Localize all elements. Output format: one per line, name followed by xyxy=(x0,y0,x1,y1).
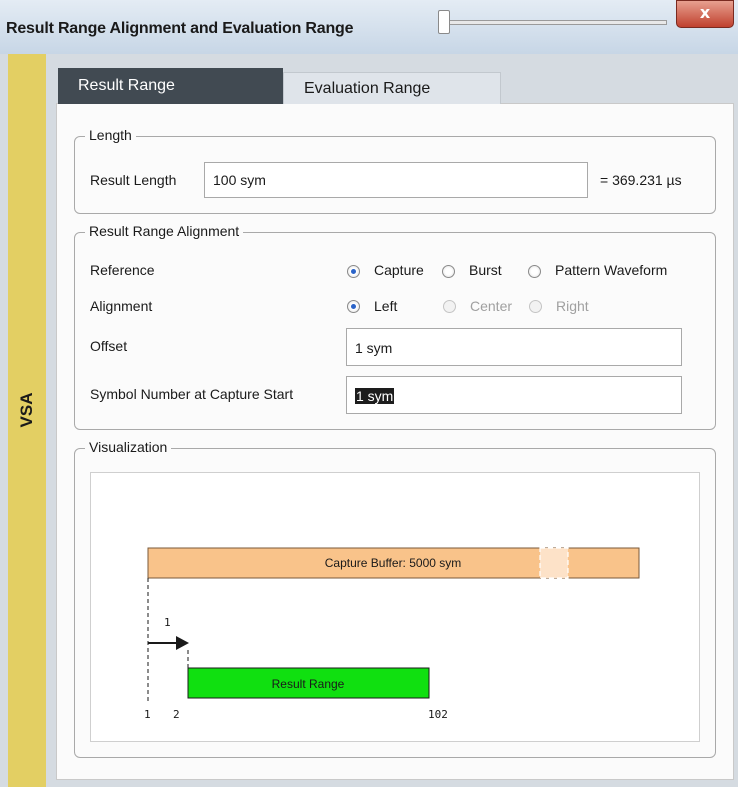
tab-result-range[interactable]: Result Range xyxy=(58,68,283,104)
reference-burst-radio[interactable] xyxy=(442,265,455,278)
alignment-right-radio[interactable] xyxy=(529,300,542,313)
tab-evaluation-range[interactable]: Evaluation Range xyxy=(283,72,501,104)
alignment-center-radio[interactable] xyxy=(443,300,456,313)
alignment-label: Alignment xyxy=(90,298,153,314)
reference-pattern-waveform-radio[interactable] xyxy=(528,265,541,278)
alignment-center-label[interactable]: Center xyxy=(470,298,512,314)
result-length-time: = 369.231 µs xyxy=(600,172,682,188)
result-length-label: Result Length xyxy=(90,172,177,188)
length-legend: Length xyxy=(85,127,136,143)
window-title: Result Range Alignment and Evaluation Ra… xyxy=(6,20,354,37)
transparency-slider-track[interactable] xyxy=(440,20,667,25)
symbol-start-input[interactable]: 1 sym xyxy=(346,376,682,414)
visualization-legend: Visualization xyxy=(85,439,172,455)
alignment-right-label[interactable]: Right xyxy=(556,298,589,314)
offset-input[interactable]: 1 sym xyxy=(346,328,682,366)
result-length-input[interactable]: 100 sym xyxy=(204,162,588,198)
symbol-start-label: Symbol Number at Capture Start xyxy=(90,386,294,402)
reference-capture-label[interactable]: Capture xyxy=(374,262,424,278)
alignment-legend: Result Range Alignment xyxy=(85,223,244,239)
visualization-canvas xyxy=(90,472,700,742)
reference-label: Reference xyxy=(90,262,155,278)
alignment-left-label[interactable]: Left xyxy=(374,298,397,314)
symbol-start-value: 1 sym xyxy=(355,388,395,404)
transparency-slider-thumb[interactable] xyxy=(438,10,450,34)
vsa-label: VSA xyxy=(17,392,36,428)
alignment-left-radio[interactable] xyxy=(347,300,360,313)
reference-pattern-waveform-label[interactable]: Pattern Waveform xyxy=(555,262,667,278)
close-button[interactable]: x xyxy=(676,0,734,28)
offset-label: Offset xyxy=(90,338,128,354)
reference-capture-radio[interactable] xyxy=(347,265,360,278)
reference-burst-label[interactable]: Burst xyxy=(469,262,502,278)
